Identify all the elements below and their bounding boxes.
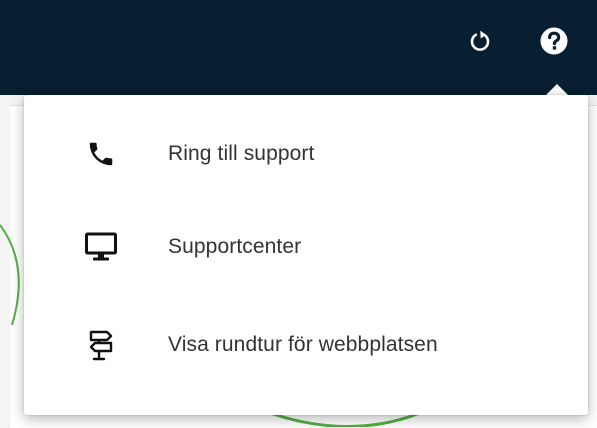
monitor-icon bbox=[84, 230, 118, 264]
help-menu: Ring till support Supportcenter Visa run… bbox=[24, 95, 588, 415]
menu-item-site-tour[interactable]: Visa rundtur för webbplatsen bbox=[24, 310, 588, 380]
menu-item-label: Ring till support bbox=[168, 142, 315, 165]
menu-item-support-center[interactable]: Supportcenter bbox=[24, 212, 588, 282]
refresh-button[interactable] bbox=[462, 25, 498, 61]
phone-icon bbox=[84, 137, 118, 171]
help-button[interactable] bbox=[536, 25, 572, 61]
top-bar bbox=[0, 0, 597, 95]
help-icon bbox=[539, 26, 569, 61]
menu-item-call-support[interactable]: Ring till support bbox=[24, 119, 588, 189]
signpost-icon bbox=[84, 328, 118, 362]
refresh-icon bbox=[467, 28, 493, 59]
menu-item-label: Visa rundtur för webbplatsen bbox=[168, 333, 438, 356]
menu-item-label: Supportcenter bbox=[168, 235, 302, 258]
